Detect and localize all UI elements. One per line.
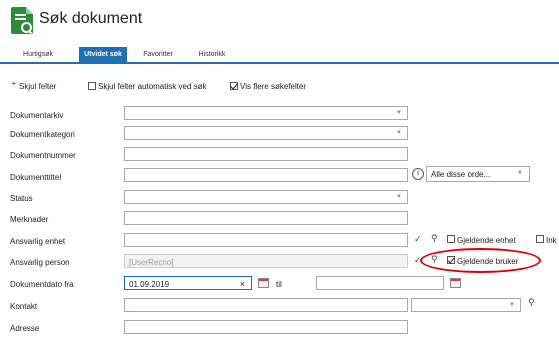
- address-label: Adresse: [10, 324, 40, 333]
- include-label: Ink: [546, 236, 557, 245]
- search-icon[interactable]: ⚲: [528, 297, 535, 308]
- date-from-label: Dokumentdato fra: [10, 280, 74, 289]
- tab-advanced-search[interactable]: Utvidet søk: [79, 47, 127, 62]
- tab-quick-search[interactable]: Hurtigsøk: [19, 47, 57, 62]
- chevron-down-icon: ▼: [396, 110, 402, 116]
- chevron-up-icon[interactable]: ⌃: [10, 81, 18, 92]
- include-checkbox[interactable]: [536, 235, 544, 243]
- category-dropdown[interactable]: ▼: [124, 126, 408, 140]
- responsible-person-input[interactable]: [UserRecno]: [124, 254, 408, 268]
- number-label: Dokumentnummer: [10, 151, 76, 160]
- contact-type-dropdown[interactable]: ▼: [411, 298, 521, 312]
- tab-underline: [0, 62, 559, 64]
- check-icon[interactable]: ✓: [414, 234, 422, 245]
- status-label: Status: [10, 194, 33, 203]
- person-placeholder: [UserRecno]: [129, 258, 174, 267]
- hide-fields-link[interactable]: Skjul felter: [19, 82, 56, 91]
- archive-label: Dokumentarkiv: [10, 111, 64, 120]
- date-from-value: 01.09.2019: [129, 280, 170, 289]
- page-title: Søk dokument: [39, 10, 143, 27]
- search-icon[interactable]: ⚲: [431, 233, 438, 244]
- title-match-value: Alle disse orde...: [431, 170, 491, 179]
- responsible-unit-input[interactable]: [124, 233, 408, 247]
- chevron-down-icon: ▼: [509, 302, 515, 308]
- tab-favorites[interactable]: Favoritter: [138, 47, 178, 62]
- document-title-input[interactable]: [124, 168, 408, 182]
- title-label: Dokumenttittel: [10, 173, 62, 182]
- show-more-fields-checkbox[interactable]: [230, 82, 238, 90]
- document-number-input[interactable]: [124, 147, 408, 161]
- date-from-input[interactable]: 01.09.2019 ×: [124, 276, 252, 290]
- remarks-input[interactable]: [124, 211, 408, 225]
- category-label: Dokumentkategori: [10, 130, 75, 139]
- contact-input[interactable]: [124, 298, 408, 312]
- contact-label: Kontakt: [10, 302, 38, 311]
- person-label: Ansvarlig person: [10, 258, 70, 267]
- current-unit-label: Gjeldende enhet: [457, 236, 516, 245]
- calendar-icon[interactable]: [450, 278, 461, 288]
- chevron-down-icon: ▼: [396, 130, 402, 136]
- tab-history[interactable]: Historikk: [193, 47, 231, 62]
- show-more-fields-label: Vis flere søkefelter: [240, 82, 307, 91]
- auto-hide-label: Skjul felter automatisk ved søk: [98, 82, 207, 91]
- info-icon[interactable]: i: [412, 168, 424, 180]
- archive-dropdown[interactable]: ▼: [124, 106, 408, 120]
- address-input[interactable]: [124, 320, 408, 334]
- chevron-down-icon: ▼: [396, 194, 402, 200]
- calendar-icon[interactable]: [258, 278, 269, 288]
- highlight-ellipse: [420, 248, 541, 273]
- current-unit-checkbox[interactable]: [447, 235, 455, 243]
- search-document-icon: [11, 7, 33, 35]
- title-match-dropdown[interactable]: Alle disse orde... ▼: [426, 166, 530, 182]
- unit-label: Ansvarlig enhet: [10, 237, 66, 246]
- status-dropdown[interactable]: ▼: [124, 190, 408, 204]
- date-to-label: til: [276, 280, 282, 289]
- clear-icon[interactable]: ×: [240, 279, 245, 289]
- auto-hide-checkbox[interactable]: [88, 82, 96, 90]
- remarks-label: Merknader: [10, 215, 49, 224]
- date-to-input[interactable]: [316, 276, 444, 290]
- chevron-down-icon: ▼: [517, 170, 523, 176]
